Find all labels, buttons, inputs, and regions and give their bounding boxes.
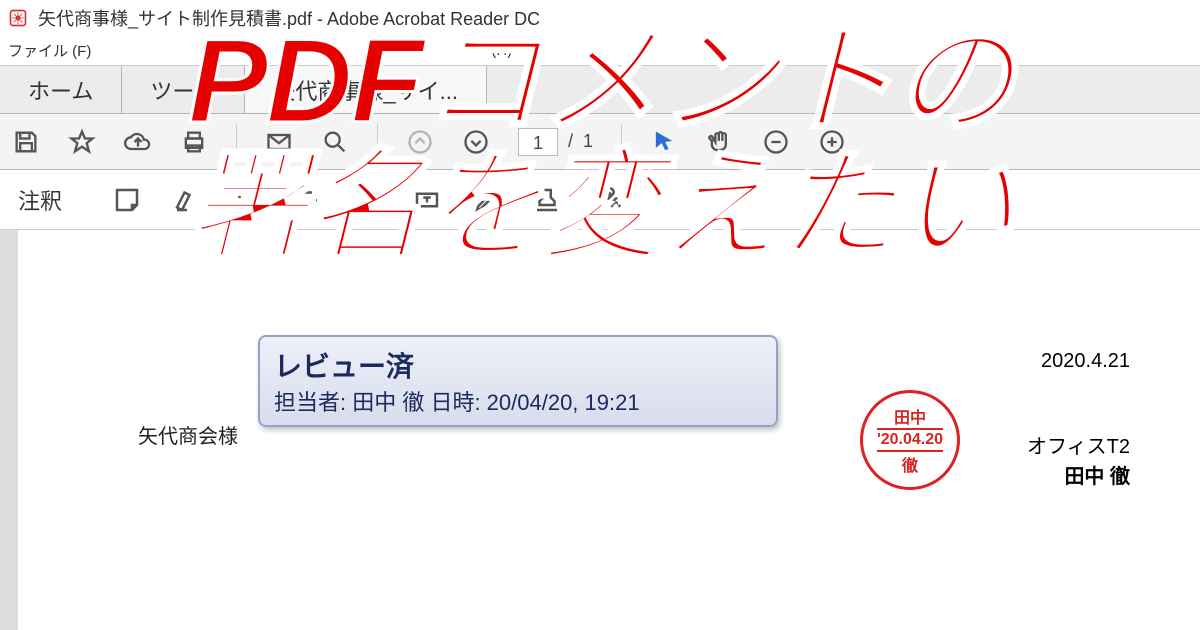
page-sep: / [568, 131, 573, 152]
office-name: オフィスT2 [1027, 430, 1130, 459]
save-icon[interactable] [12, 128, 40, 156]
toolbar-divider [377, 124, 378, 160]
tab-tools[interactable]: ツール [122, 66, 245, 113]
menubar: ファイル (F) (H) [0, 36, 1200, 66]
approval-stamp[interactable]: 田中 '20.04.20 徹 [860, 390, 960, 490]
toolbar-divider [621, 124, 622, 160]
strikethrough-icon[interactable] [292, 185, 322, 215]
email-icon[interactable] [265, 128, 293, 156]
comment-status: レビュー済 [274, 345, 762, 385]
toolbar-divider [236, 124, 237, 160]
page-down-icon[interactable] [462, 128, 490, 156]
comment-meta: 担当者: 田中 徹 日時: 20/04/20, 19:21 [274, 385, 762, 417]
titlebar: 矢代商事様_サイト制作見積書.pdf - Adobe Acrobat Reade… [0, 0, 1200, 36]
textbox-icon[interactable] [412, 185, 442, 215]
star-icon[interactable] [68, 128, 96, 156]
stamp-icon[interactable] [532, 185, 562, 215]
stamp-given-name: 徹 [902, 452, 918, 476]
tabbar: ホーム ツール 矢代商事様_サイ... [0, 66, 1200, 114]
pdf-app-icon [8, 8, 28, 28]
page-indicator: 1 / 1 [518, 128, 593, 156]
attachment-icon[interactable] [592, 185, 622, 215]
client-name: 矢代商会様 [138, 420, 238, 449]
annotation-label: 注釈 [18, 184, 62, 216]
zoom-in-icon[interactable] [818, 128, 846, 156]
document-date: 2020.4.21 [1041, 350, 1130, 373]
menu-help-suffix[interactable]: (H) [491, 42, 512, 59]
annotation-toolbar: 注釈 [0, 170, 1200, 230]
stamp-surname: 田中 [894, 404, 926, 428]
document-area: 矢代商会様 レビュー済 担当者: 田中 徹 日時: 20/04/20, 19:2… [0, 230, 1200, 630]
pencil-icon[interactable] [472, 185, 502, 215]
page-up-icon[interactable] [406, 128, 434, 156]
text-annotation-icon[interactable] [352, 185, 382, 215]
cloud-upload-icon[interactable] [124, 128, 152, 156]
sticky-note-icon[interactable] [112, 185, 142, 215]
tab-home[interactable]: ホーム [0, 66, 122, 113]
window-title: 矢代商事様_サイト制作見積書.pdf - Adobe Acrobat Reade… [38, 5, 540, 31]
menu-file[interactable]: ファイル (F) [8, 40, 91, 61]
comment-popup[interactable]: レビュー済 担当者: 田中 徹 日時: 20/04/20, 19:21 [258, 335, 778, 427]
page-current-input[interactable]: 1 [518, 128, 558, 156]
tab-document[interactable]: 矢代商事様_サイ... [245, 66, 487, 113]
highlight-icon[interactable] [172, 185, 202, 215]
pointer-icon[interactable] [650, 128, 678, 156]
stamp-date: '20.04.20 [877, 428, 943, 452]
zoom-out-icon[interactable] [762, 128, 790, 156]
hand-icon[interactable] [706, 128, 734, 156]
page-total: 1 [583, 131, 593, 152]
print-icon[interactable] [180, 128, 208, 156]
signer-name: 田中 徹 [1064, 460, 1130, 489]
underline-icon[interactable] [232, 185, 262, 215]
search-icon[interactable] [321, 128, 349, 156]
main-toolbar: 1 / 1 [0, 114, 1200, 170]
